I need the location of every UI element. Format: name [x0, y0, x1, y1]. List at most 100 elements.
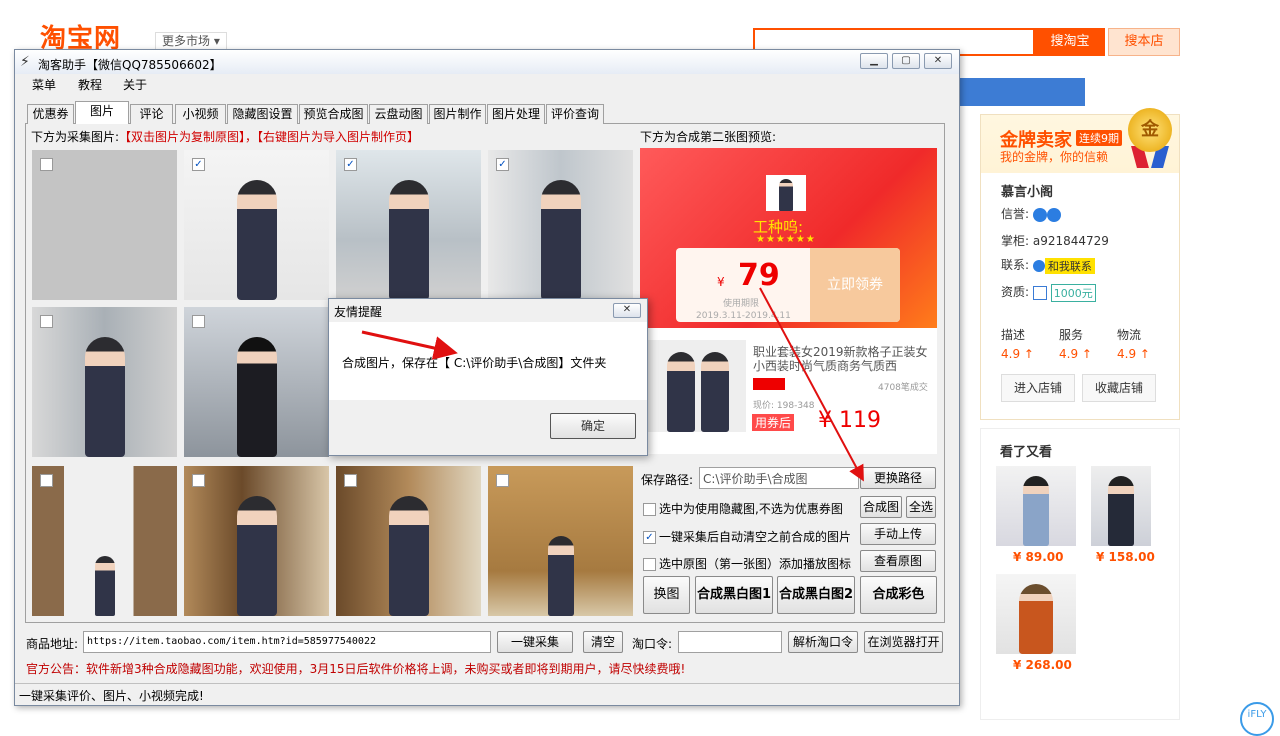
close-button[interactable]: ✕: [924, 53, 952, 69]
compose-bw1-button[interactable]: 合成黑白图1: [695, 576, 773, 614]
taokouling-label: 淘口令:: [632, 637, 673, 651]
seller-qualification: 资质: 1000元: [1001, 283, 1096, 302]
compose-button[interactable]: 合成图: [860, 496, 902, 518]
swap-image-button[interactable]: 换图: [643, 576, 690, 614]
preview-label: 下方为合成第二张图预览:: [640, 130, 777, 144]
image-checkbox[interactable]: [40, 474, 53, 487]
also-viewed-title: 看了又看: [1000, 445, 1053, 460]
collected-image[interactable]: [32, 150, 177, 300]
collected-image[interactable]: [336, 466, 481, 616]
nav-bar-fragment: [958, 78, 1085, 106]
tab-coupon[interactable]: 优惠券: [27, 104, 74, 124]
compose-bw2-button[interactable]: 合成黑白图2: [777, 576, 855, 614]
manual-upload-button[interactable]: 手动上传: [860, 523, 936, 545]
preview-after-coupon-tag: 用券后: [752, 414, 795, 431]
also-viewed-image[interactable]: [996, 574, 1076, 654]
credit-label: 信誉:: [1001, 207, 1030, 221]
image-checkbox[interactable]: [40, 315, 53, 328]
preview-product-thumb: [766, 175, 806, 211]
one-click-collect-button[interactable]: 一键采集: [497, 631, 573, 653]
preview-now-price: 现价: 198-348: [753, 401, 815, 411]
rating-label: 描述: [1001, 328, 1026, 342]
search-shop-button[interactable]: 搜本店: [1108, 28, 1180, 56]
collected-image[interactable]: ✓: [184, 150, 329, 300]
collected-image[interactable]: [32, 466, 177, 616]
tab-short-video[interactable]: 小视频: [175, 104, 226, 124]
also-viewed-image[interactable]: [1091, 466, 1151, 546]
collected-image[interactable]: ✓: [488, 150, 633, 300]
image-checkbox[interactable]: [192, 474, 205, 487]
chevron-down-icon: ▾: [213, 34, 220, 48]
also-viewed-image[interactable]: [996, 466, 1076, 546]
collected-image[interactable]: ✓: [336, 150, 481, 300]
image-checkbox[interactable]: [344, 474, 357, 487]
collected-image[interactable]: [184, 466, 329, 616]
option-autoclear[interactable]: ✓ 一键采集后自动清空之前合成的图片: [643, 528, 851, 545]
parse-taokouling-button[interactable]: 解析淘口令: [788, 631, 858, 653]
crown-icon: [1046, 207, 1061, 222]
favorite-shop-button[interactable]: 收藏店铺: [1082, 374, 1156, 402]
tab-review-query[interactable]: 评价查询: [546, 104, 604, 124]
option-play-icon[interactable]: 选中原图（第一张图）添加播放图标: [643, 555, 851, 572]
gold-seller-badge: 连续9期: [1076, 130, 1122, 146]
hidden-image-checkbox[interactable]: [643, 503, 656, 516]
open-in-browser-button[interactable]: 在浏览器打开: [864, 631, 943, 653]
play-icon-checkbox[interactable]: [643, 558, 656, 571]
tab-cloud-gif[interactable]: 云盘动图: [369, 104, 428, 124]
collected-image[interactable]: [488, 466, 633, 616]
app-logo-icon: ⚡: [20, 54, 30, 70]
tab-hidden-image-settings[interactable]: 隐藏图设置: [227, 104, 298, 124]
collected-image[interactable]: [32, 307, 177, 457]
option-hidden-image[interactable]: 选中为使用隐藏图,不选为优惠券图: [643, 500, 843, 517]
preview-coupon-value: 79: [738, 258, 780, 293]
rating-description: 描述 4.9 ↑: [1001, 326, 1034, 361]
more-market-label: 更多市场: [162, 34, 211, 48]
minimize-button[interactable]: ▁: [860, 53, 888, 69]
preview-stars: ★★★★★★: [756, 234, 816, 245]
dialog-close-icon[interactable]: ✕: [613, 303, 641, 318]
gold-seller-subtitle: 我的金牌，你的信赖: [1000, 150, 1109, 164]
select-all-button[interactable]: 全选: [906, 496, 936, 518]
save-path-input[interactable]: C:\评价助手\合成图: [699, 467, 859, 489]
rating-value: 4.9 ↑: [1059, 347, 1092, 361]
search-taobao-button[interactable]: 搜淘宝: [1035, 28, 1105, 56]
ifly-icon[interactable]: iFLY: [1240, 702, 1274, 736]
dialog-title: 友情提醒: [334, 305, 383, 319]
view-original-button[interactable]: 查看原图: [860, 550, 936, 572]
menu-tutorial[interactable]: 教程: [78, 76, 102, 93]
collected-image[interactable]: [184, 307, 329, 457]
more-market-dropdown[interactable]: 更多市场 ▾: [155, 32, 227, 50]
maximize-button[interactable]: ▢: [892, 53, 920, 69]
change-path-button[interactable]: 更换路径: [860, 467, 936, 489]
compose-color-button[interactable]: 合成彩色: [860, 576, 937, 614]
tab-image-make[interactable]: 图片制作: [429, 104, 486, 124]
tab-images[interactable]: 图片: [75, 101, 129, 124]
gold-medal-icon: 金: [1128, 108, 1172, 152]
clear-button[interactable]: 清空: [583, 631, 623, 653]
shop-name[interactable]: 慕言小阁: [1001, 181, 1053, 200]
tab-preview-composite[interactable]: 预览合成图: [299, 104, 368, 124]
collected-images-label: 下方为采集图片:【双击图片为复制原图】，【右键图片为导入图片制作页】: [31, 128, 419, 145]
image-checkbox[interactable]: [40, 158, 53, 171]
image-checkbox[interactable]: [192, 315, 205, 328]
preview-yen: ¥: [717, 275, 725, 289]
image-checkbox[interactable]: ✓: [192, 158, 205, 171]
taokouling-input[interactable]: [678, 631, 782, 653]
image-checkbox[interactable]: ✓: [496, 158, 509, 171]
seller-credit: 信誉:: [1001, 205, 1061, 222]
rating-value: 4.9 ↑: [1001, 347, 1034, 361]
deposit-badge: 1000元: [1050, 283, 1096, 302]
image-checkbox[interactable]: [496, 474, 509, 487]
tab-image-process[interactable]: 图片处理: [487, 104, 545, 124]
also-viewed-price: ¥ 158.00: [1096, 550, 1155, 564]
tab-reviews[interactable]: 评论: [130, 104, 173, 124]
image-checkbox[interactable]: ✓: [344, 158, 357, 171]
product-url-input[interactable]: https://item.taobao.com/item.htm?id=5859…: [83, 631, 491, 653]
autoclear-checkbox[interactable]: ✓: [643, 531, 656, 544]
menu-main[interactable]: 菜单: [32, 76, 56, 93]
enter-shop-button[interactable]: 进入店铺: [1001, 374, 1075, 402]
dialog-ok-button[interactable]: 确定: [550, 413, 636, 439]
preview-date-label: 使用期限: [723, 299, 760, 309]
contact-seller-button[interactable]: 和我联系: [1044, 257, 1095, 274]
menu-about[interactable]: 关于: [123, 76, 147, 93]
